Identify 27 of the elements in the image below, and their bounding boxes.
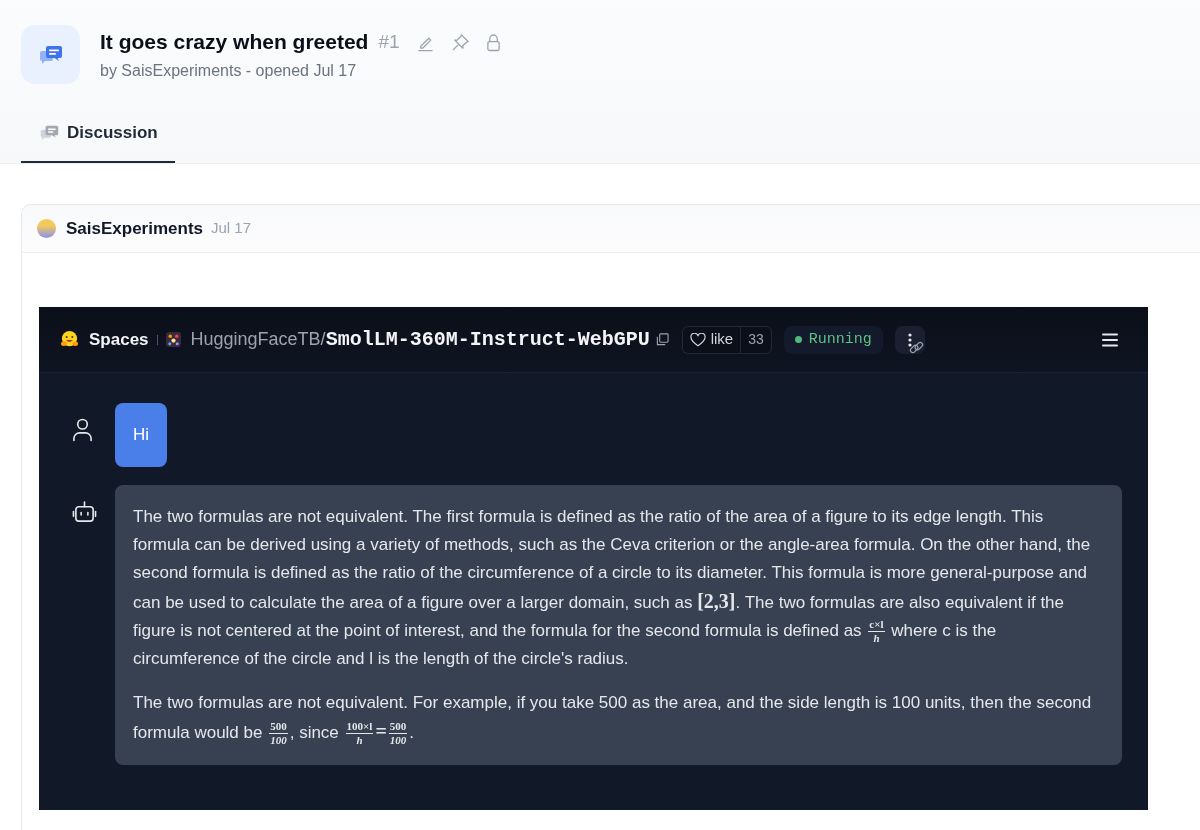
vertical-dots-icon (907, 332, 912, 347)
heart-icon (689, 332, 706, 347)
more-options-button[interactable] (894, 325, 925, 354)
smiley-icon (60, 330, 79, 349)
message-text: Hi (133, 424, 150, 446)
discussion-byline: by SaisExperiments - opened Jul 17 (100, 61, 358, 81)
avatar-icon (37, 219, 56, 238)
space-name[interactable]: SmolLM-360M-Instruct-WebGPU (325, 324, 650, 355)
owner-link[interactable]: HuggingFaceTB/ (190, 326, 326, 353)
like-button[interactable]: like (681, 325, 741, 354)
status-label: Running (808, 330, 872, 349)
copy-icon[interactable] (655, 333, 669, 346)
chat-bubbles-icon (40, 124, 59, 141)
status-dot-icon (794, 336, 802, 343)
discussion-title: It goes crazy when greeted (100, 29, 369, 55)
chat-bubbles-icon (38, 44, 63, 65)
like-count: 33 (740, 325, 772, 354)
comment-date: Jul 17 (211, 218, 252, 239)
discussion-number: #1 (378, 30, 400, 54)
discussion-tab[interactable]: Discussion (21, 111, 175, 163)
robot-icon (72, 501, 97, 524)
menu-icon[interactable] (1102, 332, 1118, 347)
link-icon[interactable] (908, 339, 924, 355)
author-name[interactable]: SaisExperiments (66, 215, 203, 242)
user-icon (72, 417, 93, 443)
avatar-icon (165, 332, 181, 347)
spaces-link[interactable]: Spaces (89, 326, 149, 353)
